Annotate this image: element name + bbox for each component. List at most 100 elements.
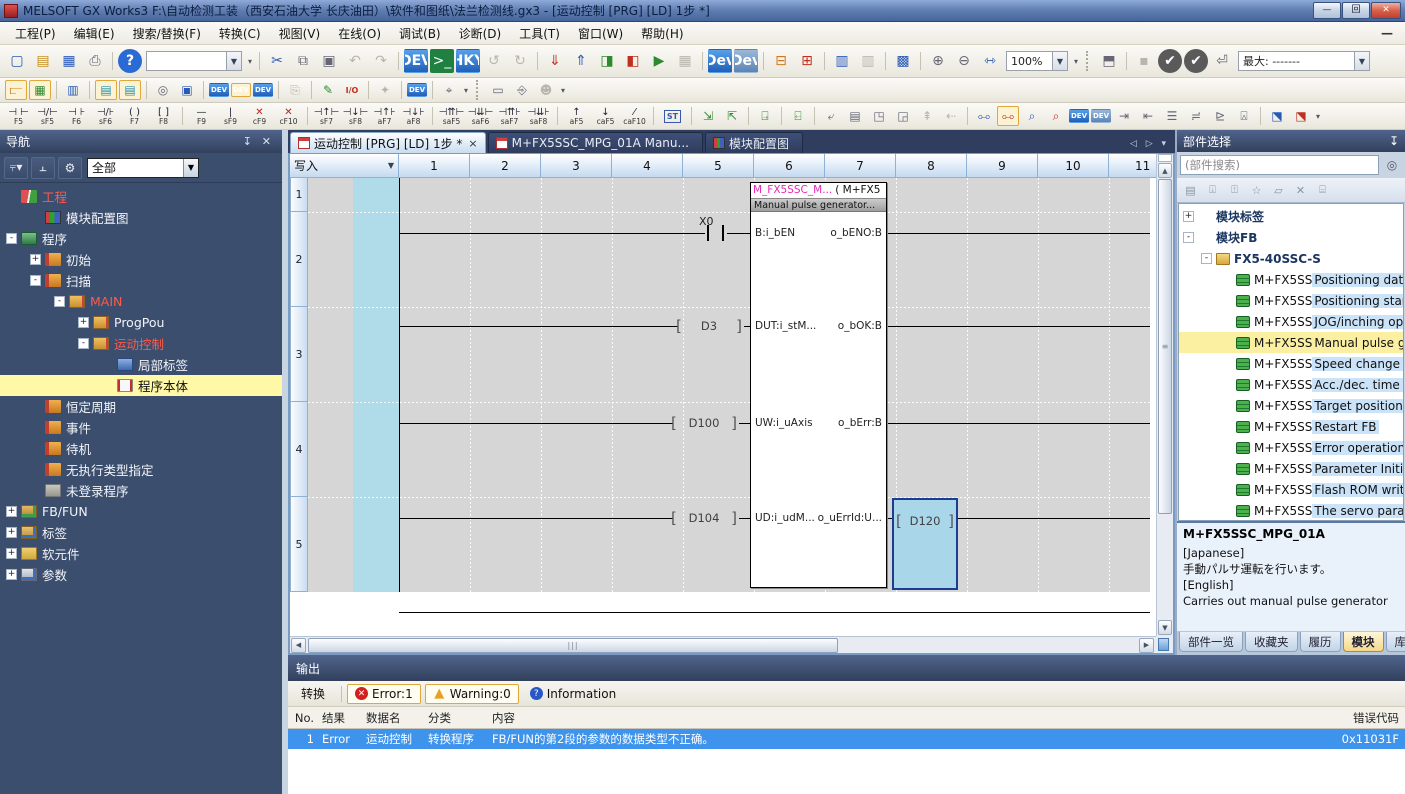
note-display-icon[interactable]: HKY (456, 49, 480, 73)
find-prev-icon[interactable]: ◳ (868, 106, 890, 126)
vertical-scrollbar[interactable]: ▲ ≡ ▼ (1156, 154, 1173, 636)
tree-item-module-config[interactable]: 模块配置图 (0, 207, 282, 228)
zoom-level-combobox[interactable]: 100%▼ (1006, 51, 1068, 71)
open-file-icon[interactable]: ▤ (31, 49, 55, 73)
tree-item-initial[interactable]: + 初始 (0, 249, 282, 270)
rising-pulse-close-branch-button[interactable]: ⊣⇈⊦saF7 (496, 104, 523, 128)
expander-icon[interactable]: - (30, 275, 41, 286)
expander-icon[interactable]: - (54, 296, 65, 307)
scroll-up-icon[interactable]: ▲ (1158, 163, 1172, 178)
open-contact-button[interactable]: ⊣ ⊢F5 (5, 104, 32, 128)
falling-edge-button[interactable]: ↓caF5 (592, 104, 619, 128)
close-branch-button[interactable]: ⊣/⊦sF6 (92, 104, 119, 128)
label-editor-icon[interactable]: ✎ (317, 80, 339, 100)
error-row[interactable]: 1 Error 运动控制 转换程序 FB/FUN的第2段的参数的数据类型不正确。… (288, 729, 1405, 749)
insert-mode-icon[interactable]: ⇞ (916, 106, 938, 126)
device-list-icon[interactable]: ▤ (119, 80, 141, 100)
redo-icon[interactable]: ↷ (369, 49, 393, 73)
module-configuration-icon[interactable]: ▦ (29, 80, 51, 100)
rising-pulse-close-button[interactable]: ⊣⇈⊢saF5 (438, 104, 465, 128)
document-icon[interactable]: ▤ (844, 106, 866, 126)
window-display-icon[interactable]: ▭ (487, 80, 509, 100)
zoom-source-icon[interactable]: ⌕ (1021, 106, 1043, 126)
inline-st-button[interactable]: ST (659, 104, 686, 128)
menu-item[interactable]: 编辑(E) (65, 22, 124, 45)
save-icon[interactable]: ▦ (57, 49, 81, 73)
function-block-mpg[interactable]: M_FX5SSC_M... ( M+FX5 Manual pulse gener… (750, 182, 887, 588)
monitor-stop-icon[interactable]: ▦ (673, 49, 697, 73)
device-monitor-icon[interactable]: DEV (407, 83, 427, 97)
tab-scroll-arrows[interactable]: ◁ ▷ ▾ (1130, 139, 1175, 153)
menu-item[interactable]: 诊断(D) (450, 22, 511, 45)
menu-item[interactable]: 在线(O) (329, 22, 390, 45)
edit-mode-combobox[interactable]: 写入 ▼ (290, 154, 399, 178)
fb-item-acc-dec[interactable]: M+FX5SS Acc./dec. time S (1179, 374, 1403, 395)
menu-item[interactable]: 搜索/替换(F) (124, 22, 210, 45)
rising-pulse-branch-button[interactable]: ⊣↑⊦aF7 (371, 104, 398, 128)
tree-item-unregistered[interactable]: 未登录程序 (0, 480, 282, 501)
device-find-icon[interactable]: ⌖ (438, 80, 460, 100)
align-list2-icon[interactable]: ≓ (1185, 106, 1207, 126)
fb-group-fx5-40ssc[interactable]: - FX5-40SSC-S (1179, 248, 1403, 269)
scroll-down-icon[interactable]: ▼ (1158, 620, 1172, 635)
fb-item-target-position[interactable]: M+FX5SS Target position c (1179, 395, 1403, 416)
fb-input-operand-d104[interactable]: [D104] (671, 510, 737, 526)
invert-result-button[interactable]: ⁄caF10 (621, 104, 648, 128)
element-search-input[interactable] (1180, 155, 1379, 175)
clipboard-icon[interactable]: ⎘ (284, 80, 306, 100)
expander-icon[interactable]: + (6, 506, 17, 517)
io-assignment-icon[interactable]: I/O (341, 80, 363, 100)
pin-icon[interactable]: ↧ (238, 135, 257, 148)
information-filter-button[interactable]: ? Information (523, 685, 623, 703)
rising-edge-button[interactable]: ↑aF5 (563, 104, 590, 128)
tree-item-motion-control[interactable]: - 运动控制 (0, 333, 282, 354)
convert-all-icon[interactable]: ✔ (1184, 49, 1208, 73)
ladder-canvas[interactable]: 1 2 3 4 5 (290, 178, 1151, 634)
tab-motion-control[interactable]: 运动控制 [PRG] [LD] 1步 * × (290, 132, 486, 153)
falling-pulse-button[interactable]: ⊣↓⊢sF8 (342, 104, 369, 128)
expander-icon[interactable]: + (78, 317, 89, 328)
tree-item-scan[interactable]: - 扫描 (0, 270, 282, 291)
find-replace-icon[interactable]: ◎ (152, 80, 174, 100)
fb-item-speed-change[interactable]: M+FX5SS Speed change F (1179, 353, 1403, 374)
fb-property-edit-icon[interactable]: ⬔ (1290, 106, 1312, 126)
device-comment-icon[interactable]: DEV (209, 83, 229, 97)
fit-width-icon[interactable]: ⇿ (978, 49, 1002, 73)
close-contact-button[interactable]: ⊣/⊢sF5 (34, 104, 61, 128)
split-handle[interactable] (1158, 154, 1172, 162)
rp-tab-history[interactable]: 履历 (1300, 632, 1341, 652)
fb-input-operand-d3[interactable]: [D3] (676, 318, 742, 334)
rising-pulse-button[interactable]: ⊣↑⊢sF7 (313, 104, 340, 128)
option-display-icon[interactable]: ⍓ (1233, 106, 1255, 126)
fb-group-module-label[interactable]: + 模块标签 (1179, 206, 1403, 227)
fb-register-icon[interactable]: ⇲ (697, 106, 719, 126)
chevron-down-icon[interactable]: ▼ (1354, 52, 1369, 70)
tree-item-device[interactable]: + 软元件 (0, 543, 282, 564)
program-check-icon[interactable]: ⊵ (1209, 106, 1231, 126)
tree-item-program[interactable]: - 程序 (0, 228, 282, 249)
delete-horizontal-line-button[interactable]: ✕cF9 (246, 104, 273, 128)
wire-draw-selected-icon[interactable]: ⧟ (997, 106, 1019, 126)
monitor-start-icon[interactable]: ▶ (647, 49, 671, 73)
intelligent-function-monitor-icon[interactable]: ▩ (891, 49, 915, 73)
device-display-off-icon[interactable]: Dev (734, 49, 758, 73)
fb-item-parameter-initial[interactable]: M+FX5SS Parameter Initial (1179, 458, 1403, 479)
toolbar-overflow-icon[interactable]: ▾ (245, 57, 255, 66)
fb-item-jog-inching[interactable]: M+FX5SS JOG/inching ope (1179, 311, 1403, 332)
device-memory-icon[interactable]: DEV (231, 83, 251, 97)
fb-item-error-operation[interactable]: M+FX5SS Error operation (1179, 437, 1403, 458)
align-list-icon[interactable]: ☰ (1161, 106, 1183, 126)
tree-item-progpou[interactable]: + ProgPou (0, 312, 282, 333)
convert-button[interactable]: 转换 (294, 683, 332, 704)
horizontal-line-button[interactable]: —F9 (188, 104, 215, 128)
expander-icon[interactable]: + (30, 254, 41, 265)
read-from-plc-icon[interactable]: ⇑ (569, 49, 593, 73)
falling-pulse-close-branch-button[interactable]: ⊣⇊⊦saF8 (525, 104, 552, 128)
toolbar-overflow-icon[interactable]: ▾ (1313, 112, 1323, 121)
verify-with-plc-icon[interactable]: ◨ (595, 49, 619, 73)
toolbar-overflow-icon[interactable]: ▾ (558, 86, 568, 95)
tree-item-event[interactable]: 事件 (0, 417, 282, 438)
scroll-right-icon[interactable]: ▶ (1139, 638, 1154, 653)
application-instruction-button[interactable]: [ ]F8 (150, 104, 177, 128)
delete-vertical-line-button[interactable]: ✕cF10 (275, 104, 302, 128)
